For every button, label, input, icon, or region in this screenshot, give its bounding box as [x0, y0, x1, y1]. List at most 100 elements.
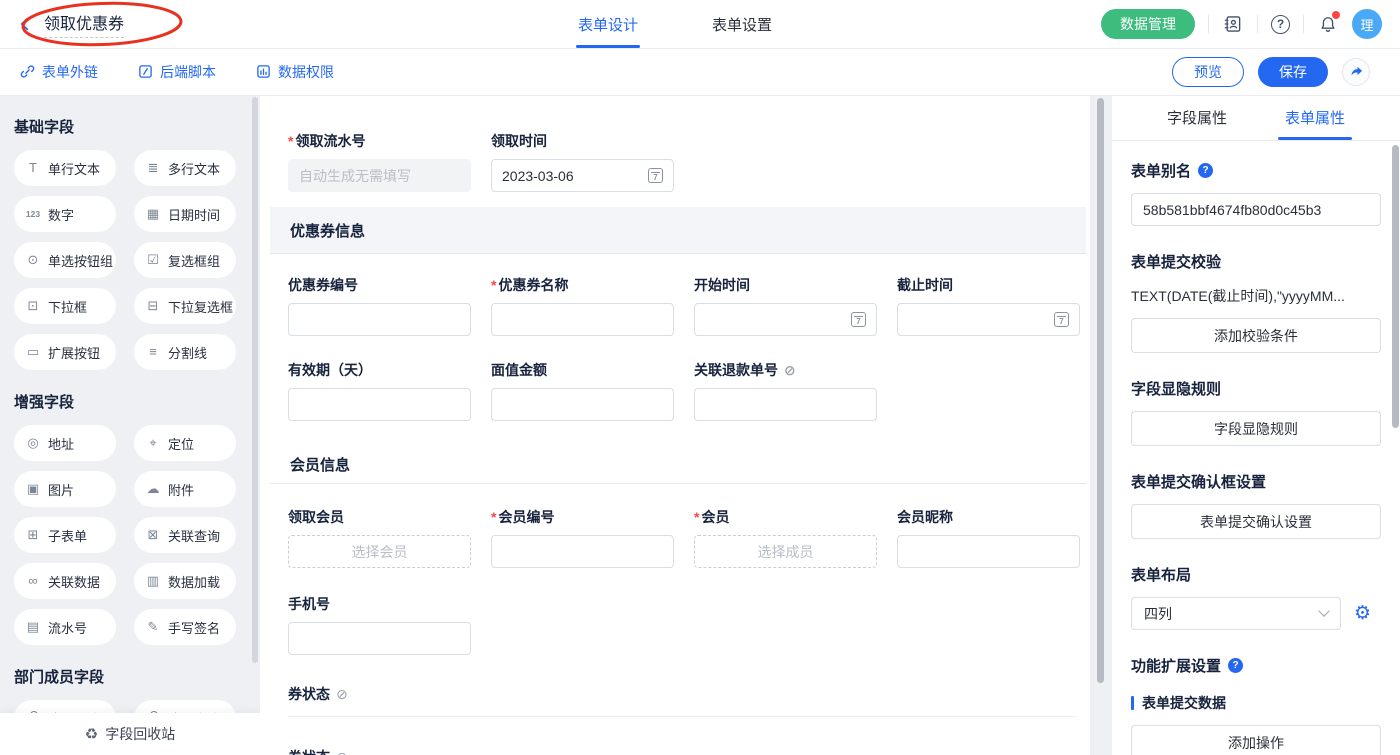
claim-time-input[interactable]: 2023-03-06 7	[491, 159, 674, 192]
radio-icon: ⊙	[25, 253, 41, 267]
field-member-no[interactable]: *会员编号	[491, 509, 674, 568]
button-icon: ▭	[25, 345, 41, 359]
backend-script-link[interactable]: 后端脚本	[138, 62, 216, 82]
field-serial-no[interactable]: *领取流水号	[288, 133, 471, 192]
sidebar-scrollbar-thumb[interactable]	[252, 97, 258, 663]
multi-dropdown-icon: ⊟	[145, 299, 161, 313]
form-title[interactable]: 领取优惠券	[44, 10, 124, 38]
end-time-input[interactable]: 7	[897, 303, 1080, 336]
user-avatar[interactable]: 理	[1352, 9, 1382, 39]
contacts-book-icon[interactable]	[1222, 13, 1244, 35]
canvas-scrollbar-thumb[interactable]	[1097, 98, 1104, 683]
field-coupon-no[interactable]: 优惠券编号	[288, 277, 471, 336]
field-end-time[interactable]: 截止时间 7	[897, 277, 1080, 336]
face-value-input[interactable]	[491, 388, 674, 421]
coupon-name-input[interactable]	[491, 303, 674, 336]
save-button[interactable]: 保存	[1258, 57, 1328, 87]
field-item-signature[interactable]: ✎手写签名	[134, 609, 236, 645]
required-mark: *	[288, 133, 293, 149]
submit-data-label: 表单提交数据	[1131, 693, 1381, 713]
add-validation-button[interactable]: 添加校验条件	[1131, 318, 1381, 353]
field-item-multi-text[interactable]: ≣多行文本	[134, 150, 236, 186]
field-coupon-status-2[interactable]: 券状态 ⊘	[260, 749, 1090, 755]
field-recycle-bin[interactable]: ♻ 字段回收站	[0, 713, 260, 755]
linked-data-icon: ∞	[25, 574, 41, 588]
section-title-basic: 基础字段	[14, 116, 260, 137]
field-item-extend-button[interactable]: ▭扩展按钮	[14, 334, 116, 370]
field-refund-no[interactable]: 关联退款单号⊘	[694, 362, 877, 421]
field-item-multi-dropdown[interactable]: ⊟下拉复选框	[134, 288, 236, 324]
back-icon[interactable]	[16, 15, 34, 33]
field-item-serial-number[interactable]: ▤流水号	[14, 609, 116, 645]
field-item-image[interactable]: ▣图片	[14, 471, 116, 507]
valid-days-input[interactable]	[288, 388, 471, 421]
hidden-eye-icon[interactable]: ⊘	[784, 363, 796, 377]
field-item-attachment[interactable]: ☁附件	[134, 471, 236, 507]
field-item-single-text[interactable]: T单行文本	[14, 150, 116, 186]
field-item-checkbox-group[interactable]: ☑复选框组	[134, 242, 236, 278]
tab-form-properties[interactable]: 表单属性	[1285, 95, 1345, 140]
field-item-data-load[interactable]: ▥数据加载	[134, 563, 236, 599]
field-item-divider[interactable]: ≡分割线	[134, 334, 236, 370]
enhanced-fields-grid: ◎地址 ⌖定位 ▣图片 ☁附件 ⊞子表单 ⊠关联查询 ∞关联数据 ▥数据加载 ▤…	[14, 425, 260, 645]
divider	[1208, 15, 1209, 33]
field-member-nickname[interactable]: 会员昵称	[897, 509, 1080, 568]
help-icon[interactable]: ?	[1271, 15, 1290, 34]
gear-icon[interactable]: ⚙	[1354, 604, 1371, 623]
field-member[interactable]: *会员	[694, 509, 877, 568]
tab-field-properties[interactable]: 字段属性	[1167, 95, 1227, 140]
help-icon[interactable]: ?	[1198, 163, 1213, 178]
field-item-radio-group[interactable]: ⊙单选按钮组	[14, 242, 116, 278]
field-coupon-status[interactable]: 券状态 ⊘	[260, 686, 1090, 702]
field-item-linked-data[interactable]: ∞关联数据	[14, 563, 116, 599]
claim-member-select[interactable]	[288, 535, 471, 568]
layout-select[interactable]: 四列	[1131, 597, 1341, 630]
hidden-eye-icon[interactable]: ⊘	[336, 750, 348, 755]
header-right: 数据管理 ? 理	[1101, 0, 1382, 48]
form-alias-input[interactable]	[1131, 193, 1381, 226]
hidden-eye-icon[interactable]: ⊘	[336, 687, 348, 701]
tab-form-settings[interactable]: 表单设置	[712, 0, 772, 48]
field-coupon-name[interactable]: *优惠券名称	[491, 277, 674, 336]
panel-scrollbar-thumb[interactable]	[1392, 145, 1399, 428]
serial-no-input[interactable]	[288, 159, 471, 192]
form-row: 有效期（天） 面值金额 关联退款单号⊘	[260, 362, 1090, 421]
form-row: 手机号	[260, 596, 1090, 655]
field-face-value[interactable]: 面值金额	[491, 362, 674, 421]
member-select[interactable]	[694, 535, 877, 568]
member-no-input[interactable]	[491, 535, 674, 568]
data-permission-link[interactable]: 数据权限	[256, 62, 334, 82]
submit-confirm-button[interactable]: 表单提交确认设置	[1131, 504, 1381, 539]
section-coupon-info[interactable]: 优惠券信息	[270, 207, 1086, 254]
field-item-datetime[interactable]: ▦日期时间	[134, 196, 236, 232]
member-nickname-input[interactable]	[897, 535, 1080, 568]
field-item-dropdown[interactable]: ⊡下拉框	[14, 288, 116, 324]
field-item-geolocation[interactable]: ⌖定位	[134, 425, 236, 461]
divider	[1303, 15, 1304, 33]
coupon-no-input[interactable]	[288, 303, 471, 336]
share-button[interactable]	[1342, 58, 1370, 86]
field-claim-member[interactable]: 领取会员	[288, 509, 471, 568]
section-member-info[interactable]: 会员信息	[270, 445, 1086, 484]
help-icon[interactable]: ?	[1228, 658, 1243, 673]
field-valid-days[interactable]: 有效期（天）	[288, 362, 471, 421]
form-external-link[interactable]: 表单外链	[20, 62, 98, 82]
field-start-time[interactable]: 开始时间 7	[694, 277, 877, 336]
field-item-number[interactable]: 123数字	[14, 196, 116, 232]
tab-form-design[interactable]: 表单设计	[578, 0, 638, 48]
data-manage-button[interactable]: 数据管理	[1101, 9, 1195, 39]
add-action-button[interactable]: 添加操作	[1131, 725, 1381, 755]
phone-input[interactable]	[288, 622, 471, 655]
field-item-linked-query[interactable]: ⊠关联查询	[134, 517, 236, 553]
notification-bell-icon[interactable]	[1317, 13, 1339, 35]
refund-no-input[interactable]	[694, 388, 877, 421]
panel-tabs: 字段属性 表单属性	[1112, 95, 1400, 141]
start-time-input[interactable]: 7	[694, 303, 877, 336]
header-tabs: 表单设计 表单设置	[578, 0, 772, 48]
preview-button[interactable]: 预览	[1172, 57, 1244, 87]
field-phone[interactable]: 手机号	[288, 596, 471, 655]
field-item-address[interactable]: ◎地址	[14, 425, 116, 461]
field-claim-time[interactable]: 领取时间 2023-03-06 7	[491, 133, 674, 192]
visibility-rules-button[interactable]: 字段显隐规则	[1131, 411, 1381, 446]
field-item-subform[interactable]: ⊞子表单	[14, 517, 116, 553]
